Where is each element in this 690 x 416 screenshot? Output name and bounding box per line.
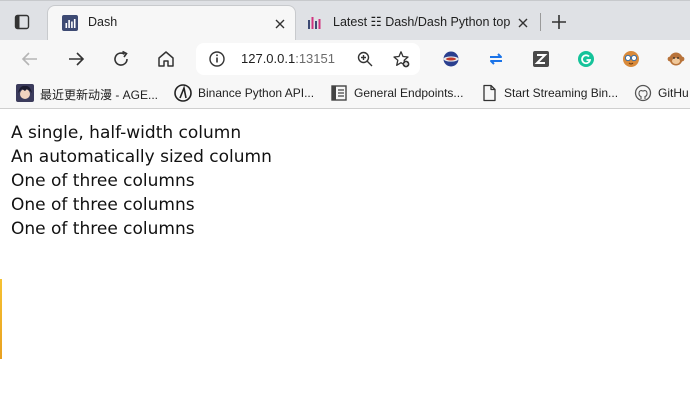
- tab-actions-icon[interactable]: [14, 14, 30, 30]
- tab-strip: Dash Latest ☷ Dash/Dash Python top: [0, 0, 690, 42]
- extension-owl-icon[interactable]: [622, 50, 640, 68]
- discourse-favicon-icon: [307, 14, 323, 30]
- back-icon[interactable]: [20, 49, 40, 69]
- book-page-icon: [330, 84, 348, 102]
- bookmark-label: Start Streaming Bin...: [504, 86, 619, 100]
- anime-avatar-icon: [16, 84, 34, 102]
- browser-toolbar: 127.0.0.1:13151: [0, 40, 690, 78]
- close-tab-icon[interactable]: [273, 16, 287, 30]
- extension-grammarly-icon[interactable]: [577, 50, 595, 68]
- column-list: A single, half-width column An automatic…: [11, 121, 272, 241]
- tab-divider: [540, 13, 541, 31]
- site-info-icon[interactable]: [208, 50, 226, 68]
- extension-globe-icon[interactable]: [442, 50, 460, 68]
- bookmark-label: GitHu: [658, 86, 689, 100]
- extension-z-icon[interactable]: [532, 50, 550, 68]
- document-icon: [480, 84, 498, 102]
- extension-sync-icon[interactable]: [487, 50, 505, 68]
- github-icon: [634, 84, 652, 102]
- tab-latest[interactable]: Latest ☷ Dash/Dash Python top: [300, 5, 538, 41]
- tab-dash[interactable]: Dash: [47, 5, 296, 42]
- extension-monkey-icon[interactable]: [667, 50, 685, 68]
- home-icon[interactable]: [156, 49, 176, 69]
- address-url: 127.0.0.1:13151: [241, 51, 335, 66]
- tab-title: Latest ☷ Dash/Dash Python top: [333, 15, 511, 29]
- bookmarks-bar: 最近更新动漫 - AGE... Binance Python API... Ge…: [0, 78, 690, 109]
- half-width-column-text: A single, half-width column: [11, 123, 242, 143]
- new-tab-icon[interactable]: [550, 13, 568, 31]
- three-column-text-3: One of three columns: [11, 219, 195, 239]
- close-tab-icon[interactable]: [516, 15, 530, 29]
- address-bar[interactable]: 127.0.0.1:13151: [196, 43, 420, 75]
- window-edge-accent: [0, 279, 2, 359]
- page-content: A single, half-width column An automatic…: [0, 109, 690, 416]
- bookmark-label: 最近更新动漫 - AGE...: [40, 88, 159, 102]
- three-column-text-1: One of three columns: [11, 171, 195, 191]
- zoom-icon[interactable]: [356, 50, 374, 68]
- bookmark-label: General Endpoints...: [354, 86, 464, 100]
- bookmark-label: Binance Python API...: [198, 86, 315, 100]
- forward-icon[interactable]: [66, 49, 86, 69]
- binance-python-icon: [174, 84, 192, 102]
- url-host: 127.0.0.1: [241, 51, 296, 66]
- add-favorite-icon[interactable]: [392, 50, 410, 68]
- tab-title: Dash: [88, 15, 118, 29]
- three-column-text-2: One of three columns: [11, 195, 195, 215]
- dash-favicon-icon: [62, 15, 78, 31]
- refresh-icon[interactable]: [111, 49, 131, 69]
- url-port: :13151: [295, 51, 335, 66]
- auto-sized-column-text: An automatically sized column: [11, 147, 272, 167]
